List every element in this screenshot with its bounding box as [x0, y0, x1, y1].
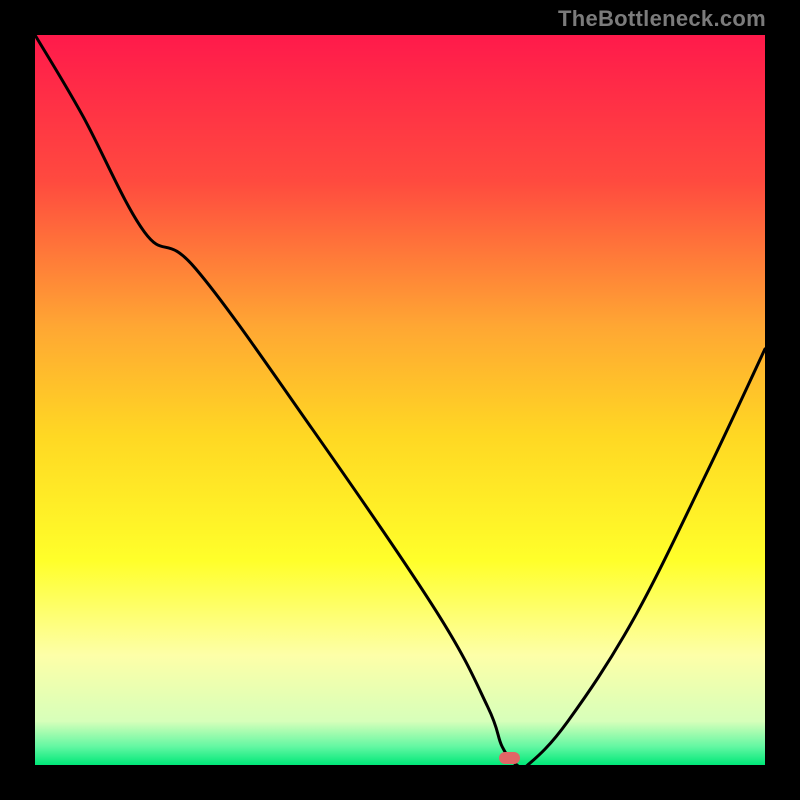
plot-svg — [35, 35, 765, 765]
plot-area — [35, 35, 765, 765]
gradient-background — [35, 35, 765, 765]
watermark-label: TheBottleneck.com — [558, 6, 766, 32]
chart-frame: TheBottleneck.com — [0, 0, 800, 800]
optimal-point-marker — [499, 752, 521, 764]
